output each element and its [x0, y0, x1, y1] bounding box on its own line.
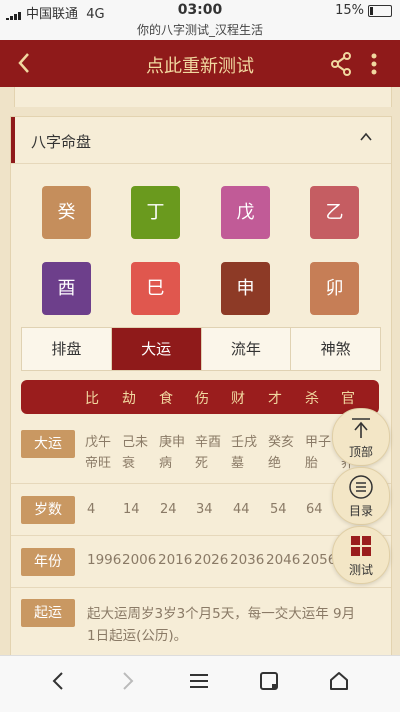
dayun-pillar: 己未	[122, 435, 149, 450]
test-button[interactable]: 测试	[332, 526, 390, 584]
age-value: 64	[306, 502, 323, 517]
qiyun-line-1: 起大运周岁3岁3个月5天，每一交大运年 9月	[87, 606, 356, 622]
year-value: 2016	[158, 552, 193, 568]
scroll-top-button[interactable]: 顶部	[332, 408, 390, 466]
share-icon[interactable]	[330, 52, 352, 80]
year-value: 2006	[122, 552, 157, 568]
god-label: 官	[341, 391, 355, 407]
more-menu-icon[interactable]	[370, 52, 378, 80]
app-header: 点此重新测试	[0, 40, 400, 87]
section-title: 八字命盘	[31, 133, 92, 151]
tile-branch-2: 巳	[131, 262, 180, 315]
god-label: 才	[268, 391, 282, 407]
age-value: 4	[87, 502, 96, 517]
browser-back-icon[interactable]	[50, 670, 66, 698]
tile-stem-1: 癸	[42, 186, 91, 239]
chevron-up-icon[interactable]	[359, 129, 373, 148]
dayun-pillar: 壬戌	[231, 435, 258, 450]
dayun-state: 病	[159, 456, 173, 471]
age-value: 24	[160, 502, 177, 517]
scroll-top-label: 顶部	[348, 445, 373, 459]
browser-menu-icon[interactable]	[188, 670, 210, 698]
row-label-ages: 岁数	[21, 496, 75, 524]
god-label: 杀	[305, 391, 319, 407]
arrow-up-icon	[333, 415, 389, 443]
grid-icon	[333, 533, 389, 561]
dayun-pillar: 癸亥	[268, 435, 295, 450]
age-value: 34	[196, 502, 213, 517]
ten-gods-header: 比 劫 食 伤 财 才 杀 官	[21, 380, 379, 414]
toc-label: 目录	[348, 504, 373, 518]
dayun-pillar: 庚申	[159, 435, 186, 450]
tile-stem-2: 丁	[131, 186, 180, 239]
dayun-pillar: 甲子	[305, 435, 332, 450]
dayun-pillar: 辛酉	[195, 435, 222, 450]
dayun-state: 衰	[122, 456, 136, 471]
list-circle-icon	[333, 474, 389, 502]
god-label: 伤	[195, 391, 209, 407]
tile-stem-4: 乙	[310, 186, 359, 239]
status-bar: 中国联通 4G 03:00 15%	[0, 0, 400, 22]
tile-branch-3: 申	[221, 262, 270, 315]
tab-paipan[interactable]: 排盘	[22, 328, 112, 370]
year-value: 2046	[266, 552, 301, 568]
battery-icon	[368, 4, 392, 17]
section-accent-bar	[11, 117, 15, 163]
tile-stem-3: 戊	[221, 186, 270, 239]
tab-shensha[interactable]: 神煞	[291, 328, 380, 370]
year-value: 2026	[194, 552, 229, 568]
row-label-qiyun: 起运	[21, 599, 75, 627]
page-title: 你的八字测试_汉程生活	[0, 20, 400, 40]
age-value: 14	[123, 502, 140, 517]
dayun-state: 墓	[231, 456, 245, 471]
year-value: 1996	[87, 552, 122, 568]
god-label: 财	[231, 391, 245, 407]
dayun-state: 帝旺	[85, 456, 112, 471]
age-value: 54	[270, 502, 287, 517]
tile-branch-1: 酉	[42, 262, 91, 315]
qiyun-line-2: 1日起运(公历)。	[87, 628, 188, 644]
dayun-state: 绝	[268, 456, 282, 471]
dayun-pillar: 戊午	[85, 435, 112, 450]
browser-forward-icon[interactable]	[120, 670, 136, 698]
row-divider	[11, 587, 391, 588]
test-label: 测试	[348, 563, 373, 577]
battery-percent: 15%	[335, 3, 364, 18]
god-label: 劫	[122, 391, 136, 407]
dayun-state: 死	[195, 456, 209, 471]
row-label-years: 年份	[21, 548, 75, 576]
previous-section-fragment	[14, 87, 392, 107]
browser-bottom-bar	[0, 655, 400, 712]
chart-tabs: 排盘 大运 流年 神煞	[21, 327, 381, 371]
browser-home-icon[interactable]	[328, 670, 350, 698]
row-label-dayun: 大运	[21, 430, 75, 458]
status-right: 15%	[335, 3, 392, 18]
god-label: 食	[159, 391, 173, 407]
age-value: 44	[233, 502, 250, 517]
tab-dayun[interactable]: 大运	[111, 328, 202, 370]
year-value: 2036	[230, 552, 265, 568]
toc-button[interactable]: 目录	[332, 467, 390, 525]
dayun-state: 胎	[305, 456, 319, 471]
tile-branch-4: 卯	[310, 262, 359, 315]
section-header[interactable]: 八字命盘	[11, 117, 391, 164]
browser-tabs-icon[interactable]	[258, 670, 280, 698]
tab-liunian[interactable]: 流年	[202, 328, 292, 370]
god-label: 比	[85, 391, 99, 407]
